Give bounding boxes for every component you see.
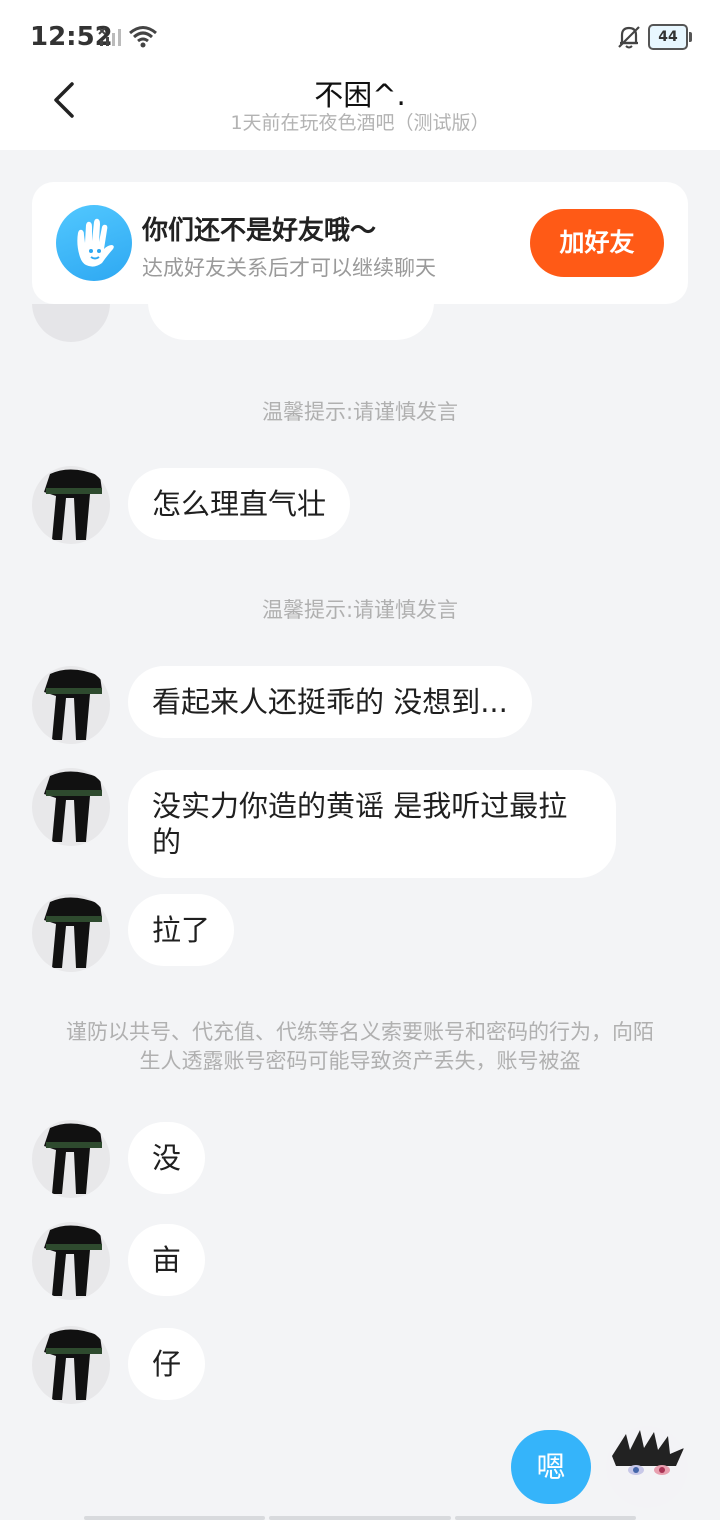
caution-tip: 温馨提示:请谨慎发言 (261, 598, 459, 622)
avatar[interactable] (32, 1222, 110, 1300)
wifi-icon (129, 26, 157, 48)
avatar[interactable] (32, 304, 110, 342)
avatar[interactable] (32, 768, 110, 846)
avatar[interactable] (32, 466, 110, 544)
caution-tip: 温馨提示:请谨慎发言 (261, 400, 459, 424)
security-notice: 谨防以共号、代充值、代练等名义索要账号和密码的行为，向陌生人透露账号密码可能导致… (66, 1020, 654, 1073)
message-bubble: 亩 (128, 1224, 206, 1296)
hand-wave-icon (56, 205, 132, 281)
message-bubble: 仔 (128, 1328, 206, 1400)
battery-level: 44 (658, 29, 678, 45)
avatar[interactable] (32, 1120, 110, 1198)
add-friend-button[interactable]: 加好友 (530, 209, 664, 277)
not-friends-subtitle: 达成好友关系后才可以继续聊天 (142, 256, 436, 280)
mute-bell-icon (618, 26, 640, 49)
self-message-bubble: 嗯 (511, 1430, 591, 1504)
avatar[interactable] (32, 894, 110, 972)
message-bubble: 没实力你造的黄谣 是我听过最拉的 (128, 770, 616, 878)
message-bubble (148, 304, 434, 340)
message-bubble: 怎么理直气壮 (128, 468, 351, 540)
message-bubble: 没 (128, 1122, 206, 1194)
message-bubble: 看起来人还挺乖的 没想到... (128, 666, 532, 738)
battery-indicator: 44 (648, 24, 692, 50)
input-bar-edge (84, 1516, 636, 1520)
signal-icon (98, 27, 121, 46)
status-bar: 12:52 44 (0, 0, 720, 70)
message-bubble: 拉了 (128, 894, 235, 966)
self-avatar[interactable] (606, 1426, 688, 1508)
not-friends-title: 你们还不是好友哦～ (142, 216, 377, 246)
add-friend-banner: 你们还不是好友哦～ 达成好友关系后才可以继续聊天 加好友 (32, 182, 688, 304)
chat-header: 不困^. 1天前在玩夜色酒吧（测试版） (0, 70, 720, 150)
avatar[interactable] (32, 666, 110, 744)
avatar[interactable] (32, 1326, 110, 1404)
chat-subtitle: 1天前在玩夜色酒吧（测试版） (230, 112, 490, 134)
message-list[interactable]: 温馨提示:请谨慎发言 怎么理直气壮 温馨提示:请谨慎发言 看起来人还挺乖的 没想… (0, 304, 720, 1520)
